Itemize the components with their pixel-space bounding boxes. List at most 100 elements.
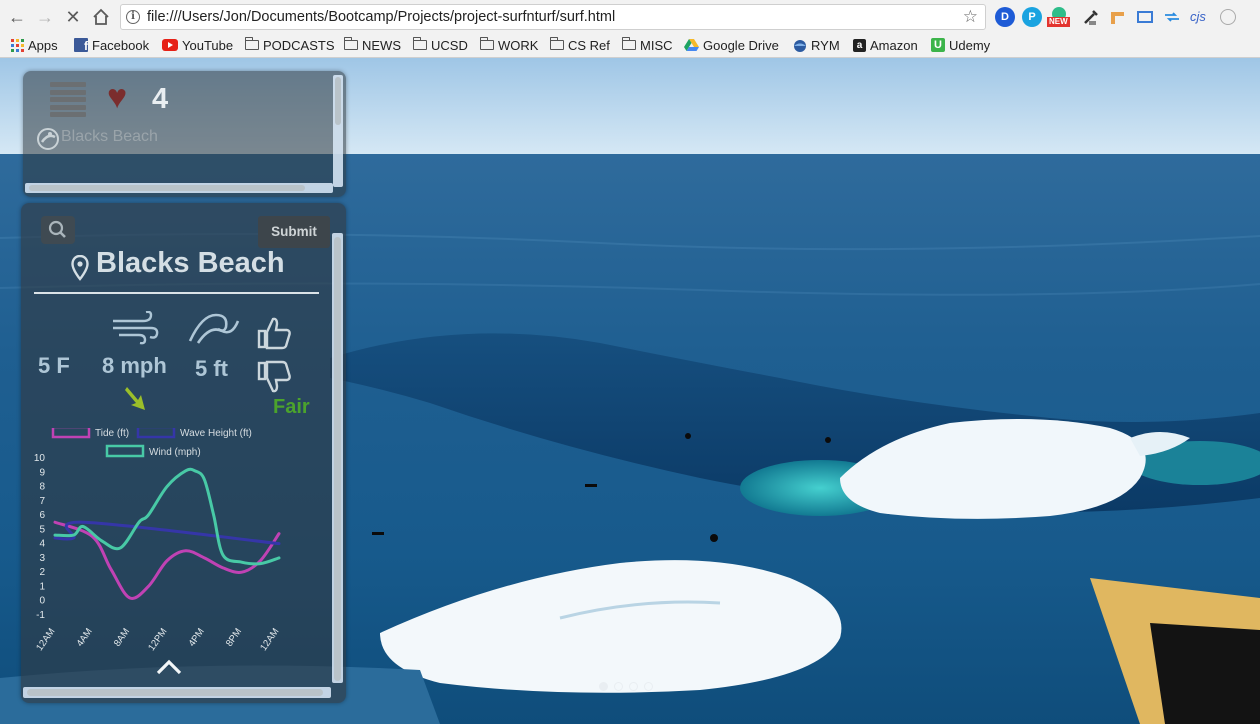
bookmark-misc[interactable]: MISC <box>622 37 673 54</box>
x-tick-label: 4PM <box>187 626 207 648</box>
folder-icon <box>550 37 564 50</box>
series-point <box>53 521 57 524</box>
folder-icon <box>622 37 636 50</box>
bookmark-google-drive[interactable]: Google Drive <box>684 37 779 54</box>
surfer-logo-icon <box>37 128 59 150</box>
folder-icon <box>344 37 358 50</box>
bookmark-label: UCSD <box>431 38 468 53</box>
stop-loading-icon[interactable]: ✕ <box>62 6 84 28</box>
bookmark-news[interactable]: NEWS <box>344 37 401 54</box>
series-point <box>100 539 103 542</box>
y-tick-label: 2 <box>39 567 45 578</box>
home-icon[interactable] <box>90 6 112 28</box>
bookmark-label: MISC <box>640 38 673 53</box>
series-point <box>193 469 197 473</box>
bookmark-rym[interactable]: RYM <box>793 37 840 54</box>
legend-swatch <box>136 428 176 439</box>
bookmark-ucsd[interactable]: UCSD <box>413 37 468 54</box>
page-viewport: ♥ 4 Blacks Beach Submit Blacks Beach 5 F… <box>0 58 1260 724</box>
url-text[interactable]: file:///Users/Jon/Documents/Bootcamp/Pro… <box>147 9 615 25</box>
submit-button[interactable]: Submit <box>258 216 330 248</box>
x-tick-label: 4AM <box>75 626 95 648</box>
x-tick-label: 12PM <box>146 626 169 653</box>
arrows-icon[interactable] <box>1162 7 1182 27</box>
series-point <box>259 562 262 565</box>
page-info-icon[interactable]: i <box>126 10 140 24</box>
dashlane-icon[interactable]: D <box>995 7 1015 27</box>
search-button[interactable] <box>41 216 75 244</box>
series-point <box>137 521 141 524</box>
favorite-item-blacks-beach[interactable]: Blacks Beach <box>61 128 158 146</box>
bookmark-facebook[interactable]: f Facebook <box>74 37 149 54</box>
bookmark-label: Facebook <box>92 38 150 53</box>
browser-toolbar: ← → ✕ i file:///Users/Jon/Documents/Boot… <box>0 0 1260 35</box>
forecast-hscroll-thumb[interactable] <box>27 689 323 696</box>
title-divider <box>34 292 319 294</box>
bookmark-cs-ref[interactable]: CS Ref <box>550 37 610 54</box>
wind-icon <box>113 311 159 345</box>
series-point <box>165 485 169 488</box>
bookmark-apps[interactable]: Apps <box>11 37 58 54</box>
series-point <box>184 549 187 552</box>
bookmark-label: Apps <box>28 38 58 53</box>
series-point <box>277 532 281 535</box>
bookmark-star-icon[interactable]: ☆ <box>963 7 978 27</box>
screenshot-icon[interactable] <box>1135 7 1155 27</box>
bookmark-youtube[interactable]: YouTube <box>162 37 233 54</box>
carousel-dots <box>599 678 659 696</box>
pinterest-icon[interactable]: P <box>1022 7 1042 27</box>
chevron-up-icon[interactable] <box>155 658 183 676</box>
x-tick-label: 12AM <box>34 626 57 653</box>
favorites-panel: ♥ 4 Blacks Beach <box>23 71 346 197</box>
grammarly-new-icon[interactable]: NEW <box>1047 7 1070 27</box>
series-point <box>53 533 57 537</box>
series-point <box>203 556 206 560</box>
bookmark-label: CS Ref <box>568 38 610 53</box>
y-tick-label: 10 <box>34 453 46 464</box>
series-point <box>53 536 57 540</box>
bookmark-udemy[interactable]: U Udemy <box>931 37 990 54</box>
series-point <box>240 570 243 574</box>
address-bar[interactable]: i file:///Users/Jon/Documents/Bootcamp/P… <box>120 4 986 30</box>
carousel-dot-4[interactable] <box>644 682 653 691</box>
series-point <box>221 566 225 570</box>
bookmark-label: PODCASTS <box>263 38 335 53</box>
series-point <box>72 536 75 540</box>
carousel-dot-3[interactable] <box>629 682 638 691</box>
series-line-2 <box>53 467 281 566</box>
series-point <box>81 525 85 528</box>
bookmark-work[interactable]: WORK <box>480 37 538 54</box>
wind-speed-value: 8 mph <box>102 353 167 378</box>
bookmark-label: RYM <box>811 38 840 53</box>
thumbs-up-icon[interactable] <box>257 315 293 351</box>
series-point <box>184 469 187 473</box>
thumbs-down-icon[interactable] <box>257 359 293 397</box>
series-point <box>147 585 150 588</box>
wave-height-value: 5 ft <box>195 356 228 381</box>
forward-icon[interactable]: → <box>34 6 56 28</box>
series-point <box>109 568 113 571</box>
x-tick-label: 12AM <box>258 626 281 653</box>
forecast-scroll-thumb[interactable] <box>334 237 341 681</box>
carousel-dot-1[interactable] <box>599 682 608 691</box>
heart-icon[interactable]: ♥ <box>107 80 127 114</box>
eyedropper-icon[interactable] <box>1081 7 1101 27</box>
bookmark-podcasts[interactable]: PODCASTS <box>245 37 335 54</box>
legend-swatch <box>105 444 145 458</box>
legend-label: Wave Height (ft) <box>180 428 252 439</box>
bookmark-amazon[interactable]: a Amazon <box>853 37 918 54</box>
legend-label: Wind (mph) <box>149 447 201 458</box>
temperature-value: 5 F <box>38 353 70 378</box>
folder-icon <box>245 37 259 50</box>
favorites-scroll-thumb[interactable] <box>335 77 341 125</box>
cjs-icon[interactable]: cjs <box>1190 7 1210 27</box>
circle-icon[interactable] <box>1218 7 1238 27</box>
y-tick-label: 8 <box>39 482 45 493</box>
menu-icon[interactable] <box>50 82 86 117</box>
carousel-dot-2[interactable] <box>614 682 623 691</box>
series-point <box>119 546 122 550</box>
back-icon[interactable]: ← <box>6 6 28 28</box>
google-drive-icon <box>684 37 699 56</box>
favorites-hscroll-thumb[interactable] <box>29 185 305 191</box>
ruler-icon[interactable] <box>1108 7 1128 27</box>
